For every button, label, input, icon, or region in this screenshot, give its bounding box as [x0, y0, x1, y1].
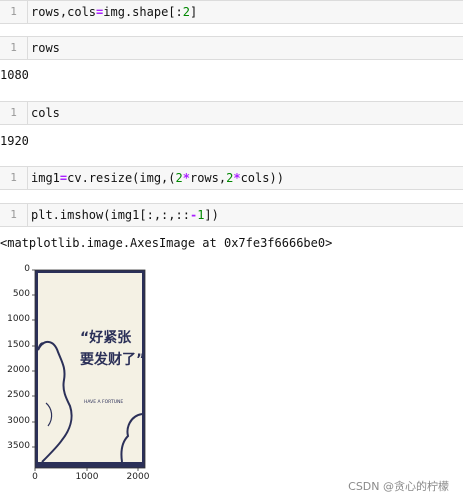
code-line[interactable]: img1=cv.resize(img,(2*rows,2*cols)) [31, 167, 284, 189]
y-tick-label: 1500 [7, 340, 30, 350]
code-cell-rows[interactable]: 1 rows [0, 36, 463, 60]
image-text-line2: 要发财了” [80, 351, 145, 368]
line-number: 1 [0, 1, 28, 23]
y-tick-label: 1000 [7, 314, 30, 324]
cell-output-imshow: <matplotlib.image.AxesImage at 0x7fe3f66… [0, 236, 333, 250]
y-tick-label: 0 [24, 264, 30, 274]
y-ticks [32, 269, 35, 448]
csdn-watermark: CSDN @贪心的柠檬 [348, 480, 449, 493]
y-tick-label: 3000 [7, 416, 30, 426]
x-tick-label: 1000 [75, 472, 99, 482]
y-tick-label: 2000 [7, 365, 30, 375]
cell-output-rows: 1080 [0, 68, 29, 82]
x-ticks [34, 468, 139, 471]
image-text-line1: “好紧张 [80, 329, 132, 346]
x-tick-label: 2000 [126, 472, 150, 482]
code-line[interactable]: rows [31, 37, 60, 59]
line-number: 1 [0, 102, 28, 124]
image-text-line3: HAVE A FORTUNE [84, 399, 123, 405]
cell-output-cols: 1920 [0, 134, 29, 148]
y-tick-label: 500 [12, 289, 30, 299]
line-number: 1 [0, 204, 28, 226]
code-cell-imshow[interactable]: 1 plt.imshow(img1[:,:,::-1]) [0, 203, 463, 227]
code-line[interactable]: cols [31, 102, 60, 124]
y-tick-label: 3500 [7, 441, 30, 451]
y-tick-label: 2500 [7, 390, 30, 400]
line-number: 1 [0, 167, 28, 189]
code-cell-shape[interactable]: 1 rows,cols=img.shape[:2] [0, 0, 463, 24]
x-tick-label: 0 [32, 472, 38, 482]
code-line[interactable]: rows,cols=img.shape[:2] [31, 1, 197, 23]
line-number: 1 [0, 37, 28, 59]
code-line[interactable]: plt.imshow(img1[:,:,::-1]) [31, 204, 219, 226]
code-cell-resize[interactable]: 1 img1=cv.resize(img,(2*rows,2*cols)) [0, 166, 463, 190]
imshow-plot: “好紧张 要发财了” HAVE A FORTUNE 0 500 1000 150… [0, 258, 180, 488]
code-cell-cols[interactable]: 1 cols [0, 101, 463, 125]
